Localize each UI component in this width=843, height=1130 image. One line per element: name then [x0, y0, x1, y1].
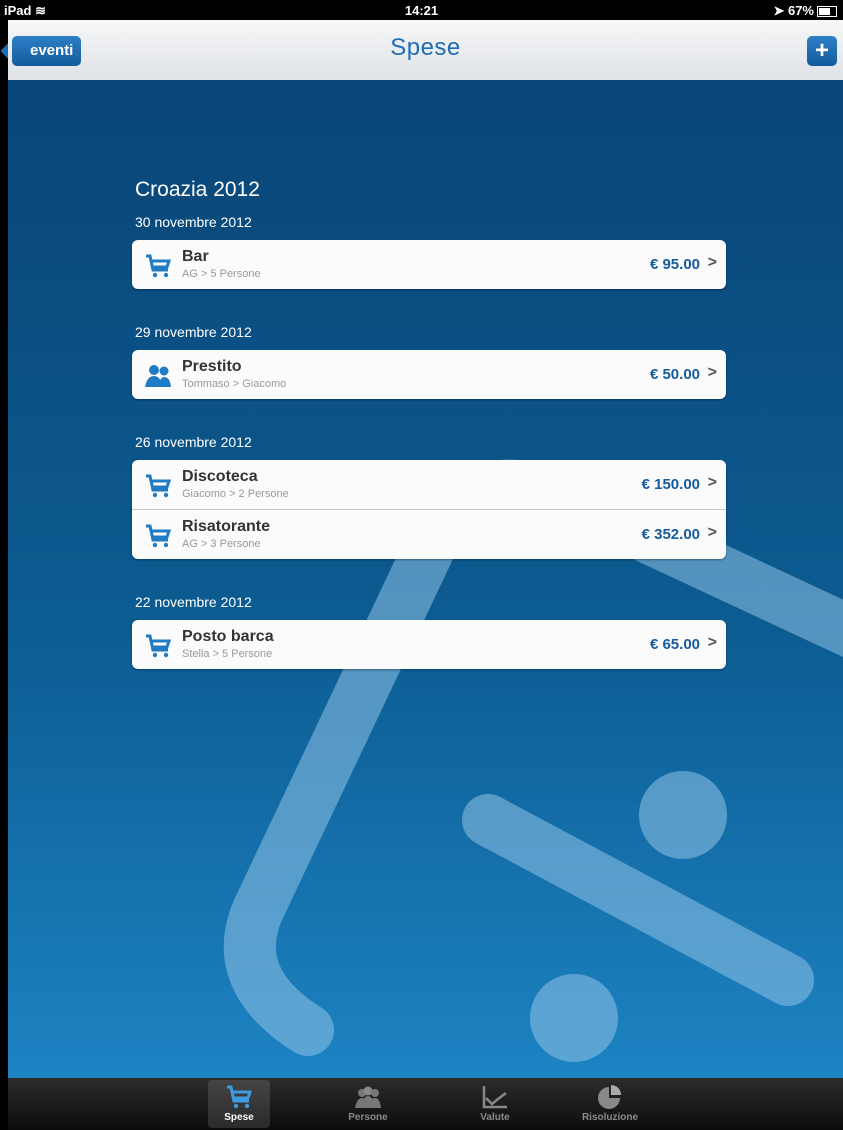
chevron-right-icon: > [707, 364, 717, 381]
clock: 14:21 [404, 3, 439, 18]
date-header: 26 novembre 2012 [135, 434, 252, 450]
chevron-right-icon: > [707, 524, 717, 541]
main-content: Croazia 2012 30 novembre 2012 Bar AG > 5… [8, 80, 843, 1078]
tab-valute[interactable]: Valute [464, 1080, 526, 1128]
battery-percent: 67% [787, 3, 814, 18]
cart-icon [227, 1085, 253, 1109]
chevron-right-icon: > [707, 474, 717, 491]
expense-amount: € 150.00 [641, 476, 700, 493]
date-header: 30 novembre 2012 [135, 214, 252, 230]
cart-icon [146, 634, 172, 658]
expense-name: Risatorante [182, 518, 271, 535]
expense-amount: € 50.00 [649, 366, 700, 383]
add-expense-button[interactable]: + [807, 36, 837, 66]
cart-icon [146, 254, 172, 278]
expense-card: Prestito Tommaso > Giacomo € 50.00 > [132, 350, 726, 399]
expense-card: Discoteca Giacomo > 2 Persone € 150.00 >… [132, 460, 726, 559]
date-header: 29 novembre 2012 [135, 324, 252, 340]
people-transfer-icon [145, 365, 171, 387]
battery-icon [817, 6, 837, 18]
expense-amount: € 352.00 [641, 526, 700, 543]
background-logo-art [223, 459, 843, 1062]
expense-participants: AG > 3 Persone [182, 538, 261, 550]
expense-participants: Tommaso > Giacomo [182, 378, 287, 390]
location-icon: ➤ [773, 3, 785, 18]
tab-spese[interactable]: Spese [208, 1080, 270, 1128]
expense-row[interactable]: Discoteca Giacomo > 2 Persone € 150.00 > [132, 460, 726, 509]
event-title: Croazia 2012 [135, 178, 260, 201]
expense-name: Posto barca [182, 628, 274, 645]
cart-icon [146, 474, 172, 498]
chevron-right-icon: > [707, 634, 717, 651]
expense-row[interactable]: Posto barca Stella > 5 Persone € 65.00 > [132, 620, 726, 669]
expense-row[interactable]: Risatorante AG > 3 Persone € 352.00 > [132, 509, 726, 559]
tab-persone[interactable]: Persone [337, 1080, 399, 1128]
people-icon [355, 1086, 381, 1108]
status-bar: iPad ≋ 14:21 ➤ 67% [0, 0, 843, 20]
expense-card: Posto barca Stella > 5 Persone € 65.00 > [132, 620, 726, 669]
expense-participants: AG > 5 Persone [182, 268, 261, 280]
chevron-right-icon: > [707, 254, 717, 271]
expense-name: Prestito [182, 358, 242, 375]
expense-participants: Giacomo > 2 Persone [182, 488, 289, 500]
tab-label: Valute [480, 1112, 510, 1123]
cart-icon [146, 524, 172, 548]
pie-chart-icon [598, 1085, 621, 1109]
tab-bar: Spese Persone Valute Risoluzione [8, 1078, 843, 1130]
battery-status: ➤ 67% [773, 3, 837, 19]
page-title: Spese [390, 34, 461, 61]
date-header: 22 novembre 2012 [135, 594, 252, 610]
expense-amount: € 95.00 [649, 256, 700, 273]
chart-line-icon [482, 1086, 507, 1109]
navigation-bar: eventi Spese + [8, 20, 843, 80]
tab-label: Persone [348, 1112, 388, 1123]
expense-row[interactable]: Bar AG > 5 Persone € 95.00 > [132, 240, 726, 289]
expense-participants: Stella > 5 Persone [182, 648, 273, 660]
tab-label: Risoluzione [581, 1112, 639, 1123]
expense-row[interactable]: Prestito Tommaso > Giacomo € 50.00 > [132, 350, 726, 399]
expense-card: Bar AG > 5 Persone € 95.00 > [132, 240, 726, 289]
expense-name: Discoteca [182, 468, 258, 485]
expense-amount: € 65.00 [649, 636, 700, 653]
tab-risoluzione[interactable]: Risoluzione [579, 1080, 641, 1128]
tab-label: Spese [224, 1112, 254, 1123]
expense-name: Bar [182, 248, 209, 265]
